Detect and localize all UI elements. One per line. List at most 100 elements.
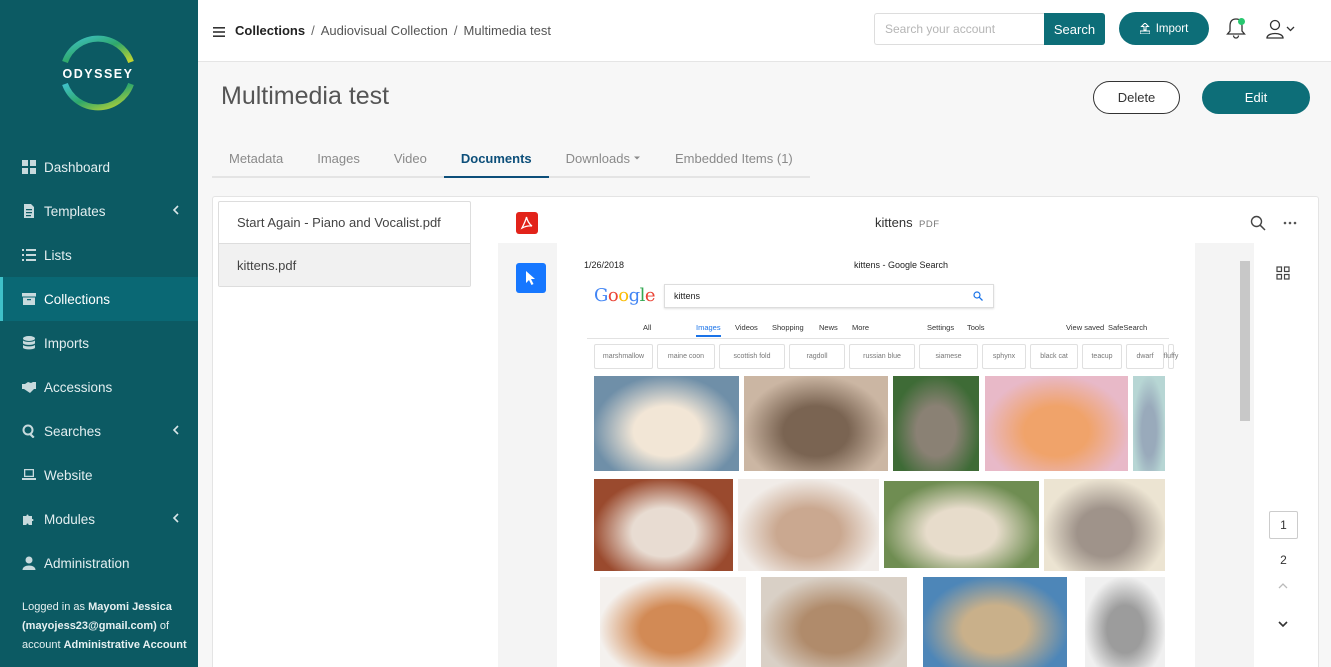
import-label: Import	[1155, 22, 1189, 35]
puzzle-icon	[23, 514, 34, 525]
tab-label: Video	[393, 150, 427, 166]
file-icon	[24, 204, 34, 218]
database-icon	[23, 336, 35, 350]
laptop-icon	[22, 469, 36, 480]
sidebar-nav: Dashboard Templates Lists Collections Import…	[0, 145, 198, 585]
pdf-viewer: kittens PDF 1/26/2018 kittens - Google S…	[498, 203, 1313, 667]
viewer-header: kittens PDF	[498, 203, 1313, 241]
google-chip: maine coon	[657, 344, 715, 369]
list-icon	[22, 249, 36, 261]
viewer-search-icon[interactable]	[1250, 215, 1266, 231]
kitten-photo	[893, 376, 979, 471]
chevron-up-icon[interactable]	[1276, 581, 1290, 591]
google-chip: fluffy	[1164, 344, 1178, 369]
sidebar-item-label: Imports	[44, 335, 90, 351]
google-nav-item: Videos	[735, 323, 758, 332]
breadcrumb-audiovisual[interactable]: Audiovisual Collection	[321, 23, 448, 38]
tab-documents[interactable]: Documents	[443, 140, 549, 178]
sidebar-item-label: Searches	[44, 423, 102, 439]
tab-label: Images	[317, 150, 360, 166]
sidebar-item-administration[interactable]: Administration	[0, 541, 198, 585]
tab-metadata[interactable]: Metadata	[212, 140, 300, 176]
sidebar-item-collections[interactable]: Collections	[0, 277, 198, 321]
google-nav-item: Shopping	[772, 323, 804, 332]
edit-button[interactable]: Edit	[1202, 81, 1310, 114]
google-nav-item: All	[643, 323, 652, 332]
sidebar-item-label: Collections	[44, 291, 111, 307]
google-chip: teacup	[1082, 344, 1122, 369]
breadcrumb-collections[interactable]: Collections	[235, 23, 305, 38]
sidebar-item-modules[interactable]: Modules	[0, 497, 198, 541]
pointer-icon	[526, 271, 535, 285]
document-title: kittens	[875, 215, 913, 230]
import-button[interactable]: Import	[1119, 12, 1209, 45]
dashboard-icon	[22, 160, 36, 174]
viewer-scrollbar[interactable]	[1238, 261, 1252, 667]
select-tool-button[interactable]	[516, 263, 546, 293]
page-2-button[interactable]: 2	[1269, 553, 1298, 567]
sidebar-item-label: Administration	[44, 555, 130, 571]
pdf-page[interactable]: 1/26/2018 kittens - Google Search Google…	[557, 243, 1195, 667]
google-nav-item: News	[819, 323, 838, 332]
search-icon	[22, 424, 35, 438]
delete-button[interactable]: Delete	[1093, 81, 1180, 114]
breadcrumb: Collections / Audiovisual Collection / Multi…	[235, 23, 551, 38]
google-nav-item: SafeSearch	[1108, 323, 1148, 332]
more-options-icon[interactable]	[1282, 215, 1298, 231]
google-search-box: kittens	[664, 284, 994, 308]
google-nav-item: More	[852, 323, 870, 332]
printed-date: 1/26/2018	[584, 260, 625, 270]
login-info: Logged in as Mayomi Jessica (mayojess23@…	[22, 601, 187, 651]
handshake-icon	[22, 382, 36, 393]
sidebar-item-website[interactable]: Website	[0, 453, 198, 497]
page-rail: 1 2	[1254, 243, 1313, 667]
tab-downloads[interactable]: Downloads	[549, 140, 658, 176]
file-list-item[interactable]: Start Again - Piano and Vocalist.pdf	[219, 202, 470, 244]
user-menu-icon[interactable]	[1266, 18, 1300, 40]
kitten-photo	[923, 577, 1067, 667]
tab-images[interactable]: Images	[300, 140, 377, 176]
sidebar-item-imports[interactable]: Imports	[0, 321, 198, 365]
chevron-left-icon	[172, 425, 179, 435]
kitten-photo	[985, 376, 1128, 471]
archive-icon	[22, 293, 36, 305]
google-nav-item: View saved	[1066, 323, 1105, 332]
chevron-left-icon	[172, 205, 179, 215]
tab-embedded-items[interactable]: Embedded Items (1)	[658, 140, 810, 176]
sidebar-item-accessions[interactable]: Accessions	[0, 365, 198, 409]
sidebar-item-searches[interactable]: Searches	[0, 409, 198, 453]
sidebar-item-templates[interactable]: Templates	[0, 189, 198, 233]
file-list-item[interactable]: kittens.pdf	[219, 244, 470, 286]
chevron-left-icon	[172, 513, 179, 523]
tab-video[interactable]: Video	[377, 140, 444, 176]
page-1-button[interactable]: 1	[1269, 511, 1298, 539]
google-chip: dwarf	[1126, 344, 1164, 369]
hamburger-menu-icon[interactable]	[213, 27, 225, 37]
notification-dot	[1238, 18, 1245, 25]
chevron-down-icon[interactable]	[1276, 619, 1290, 629]
google-chip: sphynx	[982, 344, 1026, 369]
sidebar-item-lists[interactable]: Lists	[0, 233, 198, 277]
google-chip: marshmallow	[594, 344, 653, 369]
login-account: Administrative Account	[63, 639, 187, 651]
sidebar-item-label: Accessions	[44, 379, 113, 395]
search-input[interactable]	[874, 13, 1044, 45]
login-name: Mayomi Jessica	[88, 601, 172, 613]
document-type: PDF	[919, 219, 940, 230]
google-search-icon	[973, 291, 983, 301]
upload-icon	[1139, 23, 1150, 34]
thumbnails-grid-icon[interactable]	[1276, 266, 1290, 280]
record-tabs: Metadata Images Video Documents Downloads Emb…	[212, 140, 810, 178]
tab-label: Downloads	[565, 150, 630, 166]
sidebar-item-label: Templates	[44, 203, 106, 219]
odyssey-logo[interactable]: ODYSSEY	[57, 32, 139, 114]
scroll-thumb[interactable]	[1240, 261, 1250, 421]
google-logo: Google	[594, 285, 656, 306]
tab-label: Metadata	[229, 150, 284, 166]
kitten-photo	[1085, 577, 1165, 667]
search-button[interactable]: Search	[1044, 13, 1105, 45]
kitten-photo	[744, 376, 888, 471]
sidebar-item-dashboard[interactable]: Dashboard	[0, 145, 198, 189]
sidebar-item-label: Website	[44, 467, 93, 483]
tab-label: Embedded Items (1)	[674, 150, 793, 166]
